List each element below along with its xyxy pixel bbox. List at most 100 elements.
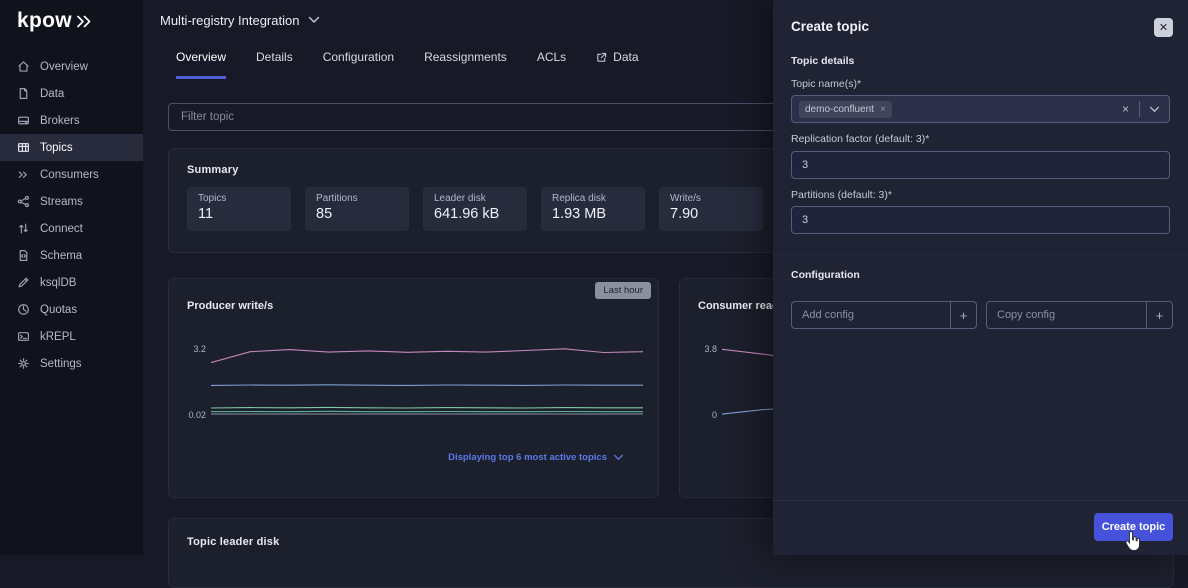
stat-label: Leader disk (434, 193, 516, 204)
sidebar-item-label: Streams (40, 196, 83, 208)
partitions-input[interactable] (791, 206, 1170, 234)
copy-config-input[interactable] (987, 309, 1146, 321)
clear-selection-icon[interactable]: × (1112, 102, 1139, 116)
topic-details-section-label: Topic details (791, 55, 854, 67)
replication-factor-label: Replication factor (default: 3)* (791, 133, 929, 145)
y-axis-tick: 0.02 (169, 410, 206, 420)
gauge-icon (17, 303, 30, 316)
sidebar-item-ksqldb[interactable]: ksqlDB (0, 269, 143, 296)
sidebar-item-quotas[interactable]: Quotas (0, 296, 143, 323)
sidebar-item-label: Overview (40, 61, 88, 73)
sidebar-nav: Overview Data Brokers Topics Consumers S… (0, 53, 143, 377)
create-topic-button[interactable]: Create topic (1094, 513, 1173, 541)
tab-label: Configuration (323, 50, 394, 64)
close-icon: ✕ (1159, 21, 1168, 34)
schema-doc-icon (17, 249, 30, 262)
external-link-icon (596, 52, 607, 63)
stat-label: Replica disk (552, 193, 634, 204)
chart-title: Producer write/s (187, 300, 273, 312)
stat-value: 85 (316, 206, 398, 222)
tab-overview[interactable]: Overview (176, 50, 226, 79)
sidebar-item-label: Settings (40, 358, 82, 370)
server-icon (17, 114, 30, 127)
add-config-input[interactable] (792, 309, 950, 321)
y-axis-tick: 3.8 (680, 344, 717, 354)
double-chevron-icon (17, 168, 30, 181)
sidebar-item-connect[interactable]: Connect (0, 215, 143, 242)
y-axis-tick: 0 (680, 410, 717, 420)
panel-footer: Create topic (773, 500, 1188, 555)
tab-details[interactable]: Details (256, 50, 293, 79)
stat-label: Write/s (670, 193, 752, 204)
tag-remove-icon[interactable]: × (880, 104, 886, 115)
topic-name-select[interactable]: demo-confluent × × (791, 95, 1170, 123)
stat-partitions: Partitions 85 (305, 187, 409, 231)
terminal-icon (17, 330, 30, 343)
sidebar-item-consumers[interactable]: Consumers (0, 161, 143, 188)
stat-value: 1.93 MB (552, 206, 634, 222)
sidebar-item-settings[interactable]: Settings (0, 350, 143, 377)
sidebar-item-brokers[interactable]: Brokers (0, 107, 143, 134)
copy-config-field: + (986, 301, 1173, 329)
stat-label: Topics (198, 193, 280, 204)
sidebar-item-label: Topics (40, 142, 73, 154)
sidebar-item-label: kREPL (40, 331, 76, 343)
stat-replica-disk: Replica disk 1.93 MB (541, 187, 645, 231)
time-window-badge: Last hour (595, 282, 651, 299)
share-nodes-icon (17, 195, 30, 208)
sidebar-item-label: Connect (40, 223, 83, 235)
stat-label: Partitions (316, 193, 398, 204)
sidebar-item-label: Data (40, 88, 64, 100)
sidebar-item-krepl[interactable]: kREPL (0, 323, 143, 350)
panel-title: Create topic (791, 19, 869, 34)
tab-acls[interactable]: ACLs (537, 50, 566, 79)
tab-configuration[interactable]: Configuration (323, 50, 394, 79)
topic-name-label: Topic name(s)* (791, 78, 861, 90)
top-topics-link[interactable]: Displaying top 6 most active topics (448, 452, 624, 463)
arrows-up-down-icon (17, 222, 30, 235)
sidebar-item-topics[interactable]: Topics (0, 134, 143, 161)
sidebar-item-label: ksqlDB (40, 277, 76, 289)
y-axis-tick: 3.2 (169, 344, 206, 354)
stat-value: 641.96 kB (434, 206, 516, 222)
sidebar-item-streams[interactable]: Streams (0, 188, 143, 215)
chevron-down-icon[interactable] (1140, 106, 1169, 113)
stat-value: 7.90 (670, 206, 752, 222)
sidebar-item-label: Consumers (40, 169, 99, 181)
environment-name[interactable]: Multi-registry Integration (160, 13, 299, 28)
sidebar-item-label: Brokers (40, 115, 80, 127)
sidebar-item-data[interactable]: Data (0, 80, 143, 107)
tab-data[interactable]: Data (596, 50, 638, 79)
sidebar-item-schema[interactable]: Schema (0, 242, 143, 269)
close-panel-button[interactable]: ✕ (1154, 18, 1173, 37)
chevron-down-icon (613, 454, 624, 461)
table-icon (17, 141, 30, 154)
stat-topics: Topics 11 (187, 187, 291, 231)
top-topics-label: Displaying top 6 most active topics (448, 452, 607, 463)
tab-label: Details (256, 50, 293, 64)
tab-label: Reassignments (424, 50, 507, 64)
stat-write-rate: Write/s 7.90 (659, 187, 763, 231)
gear-icon (17, 357, 30, 370)
create-topic-panel: Create topic ✕ Topic details Topic name(… (773, 0, 1188, 555)
tab-label: Data (613, 50, 638, 64)
tab-reassignments[interactable]: Reassignments (424, 50, 507, 79)
kpow-logo: kpow (0, 0, 143, 45)
pencil-icon (17, 276, 30, 289)
section-divider (773, 254, 1188, 255)
kpow-logo-chevrons-icon (75, 14, 95, 29)
stat-value: 11 (198, 206, 280, 222)
producer-write-chart (211, 341, 643, 415)
add-config-plus-button[interactable]: + (950, 302, 976, 328)
home-icon (17, 60, 30, 73)
sidebar-item-overview[interactable]: Overview (0, 53, 143, 80)
chevron-down-icon[interactable] (308, 16, 320, 24)
topic-name-tag: demo-confluent × (799, 101, 892, 118)
sidebar-item-label: Quotas (40, 304, 77, 316)
tag-label: demo-confluent (805, 104, 874, 115)
producer-write-card: Producer write/s Last hour 3.2 0.02 Disp… (168, 278, 659, 498)
kpow-logo-text: kpow (17, 9, 72, 33)
copy-config-plus-button[interactable]: + (1146, 302, 1172, 328)
replication-factor-input[interactable] (791, 151, 1170, 179)
configuration-section-label: Configuration (791, 269, 860, 281)
